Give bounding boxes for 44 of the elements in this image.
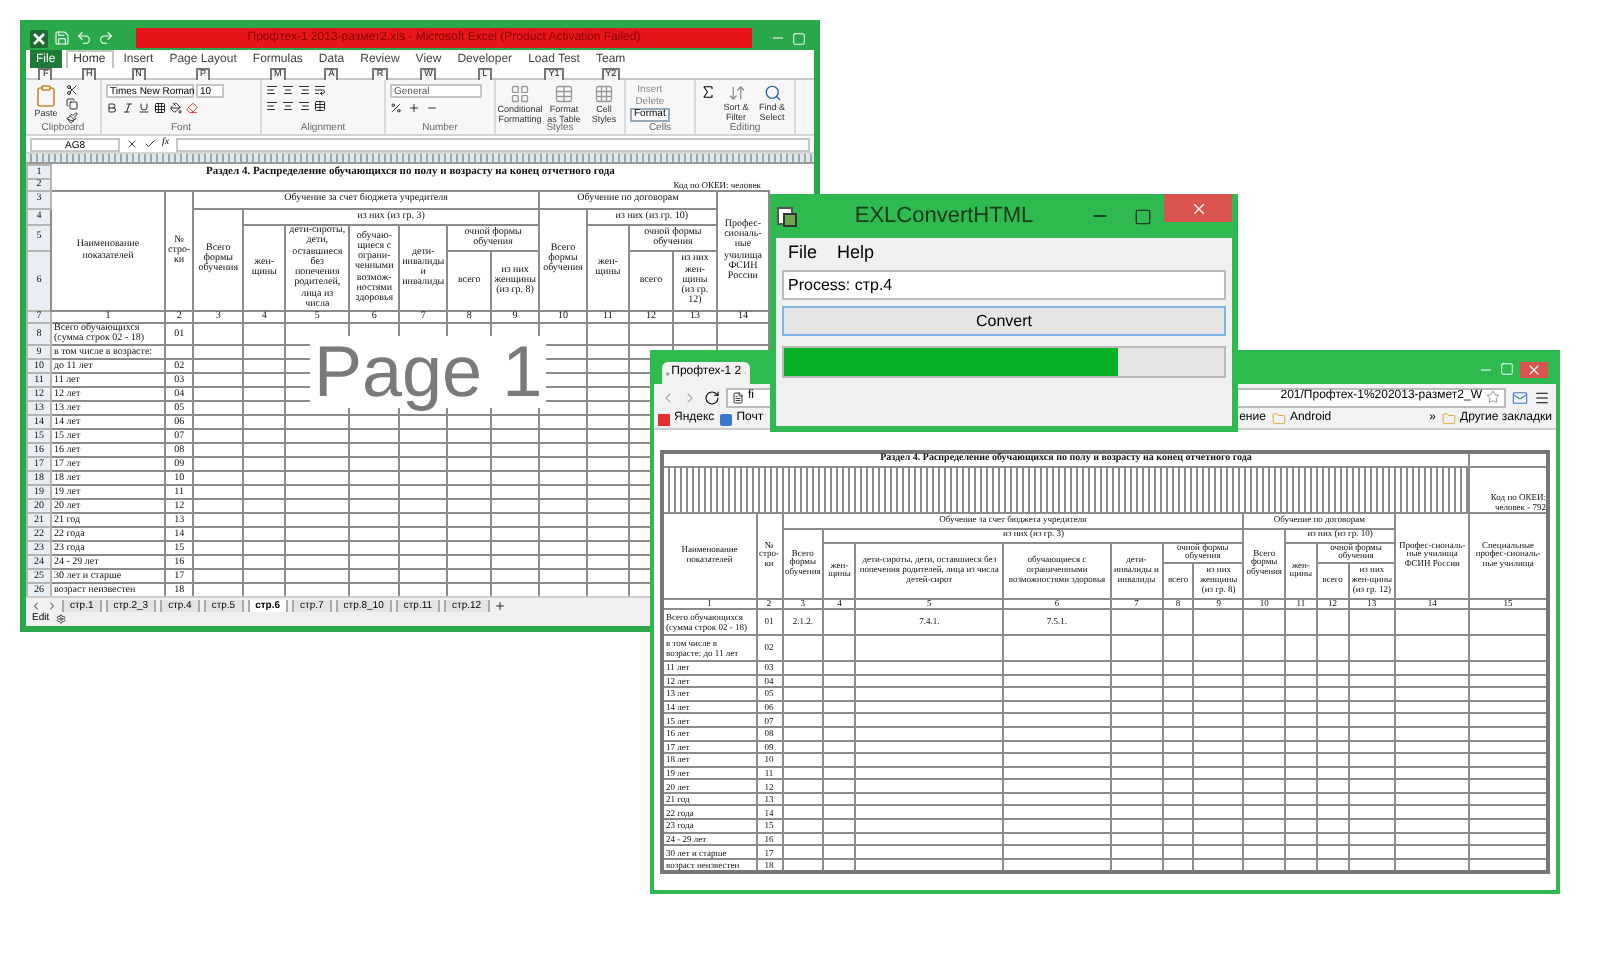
status-field: Process: стр.4 — [782, 270, 1226, 300]
scissors-icon[interactable] — [66, 84, 78, 96]
clipboard-icon[interactable] — [34, 84, 58, 108]
save-icon[interactable] — [54, 30, 70, 46]
cancel-icon[interactable] — [126, 138, 138, 150]
borders-icon[interactable] — [154, 102, 166, 114]
grid-icon[interactable] — [510, 84, 530, 104]
convert-button[interactable]: Convert — [782, 306, 1226, 336]
align-center-icon[interactable] — [282, 100, 294, 112]
align-left-icon[interactable] — [266, 100, 278, 112]
eraser-icon[interactable] — [186, 102, 198, 114]
next-sheet-icon[interactable] — [46, 599, 58, 611]
brush-icon[interactable] — [66, 112, 78, 124]
sum-icon[interactable] — [700, 84, 716, 100]
bold-icon[interactable] — [106, 102, 118, 114]
app-icon[interactable] — [776, 205, 798, 227]
menu-icon[interactable] — [1534, 389, 1550, 405]
window-title: EXLConvertHTML — [852, 201, 1036, 232]
new-sheet-icon[interactable] — [493, 599, 506, 611]
fill-color-icon[interactable] — [170, 102, 182, 114]
previous-sheet-icon[interactable] — [30, 599, 42, 611]
copy-icon[interactable] — [66, 98, 78, 110]
decrease-decimal-icon[interactable] — [426, 102, 438, 114]
grid-icon[interactable] — [594, 84, 614, 104]
spreadsheet-app-icon[interactable] — [30, 29, 48, 47]
increase-decimal-icon[interactable] — [408, 102, 420, 114]
menu-item[interactable]: File — [788, 242, 818, 264]
italic-icon[interactable] — [122, 102, 134, 114]
formula-field[interactable] — [175, 137, 810, 151]
menu-item[interactable]: Help — [837, 242, 875, 264]
page-label: Page 1 — [310, 336, 547, 408]
table-icon[interactable] — [554, 84, 574, 104]
align-right-icon[interactable] — [298, 100, 310, 112]
sort-icon[interactable] — [727, 84, 745, 102]
percent-icon[interactable] — [390, 102, 402, 114]
redo-icon[interactable] — [98, 30, 114, 46]
star-icon[interactable] — [1486, 390, 1500, 404]
macro-record-icon[interactable] — [55, 614, 66, 624]
maximize-icon[interactable] — [1134, 207, 1152, 225]
enter-icon[interactable] — [144, 138, 156, 150]
wrap-text-icon[interactable] — [314, 84, 326, 96]
reload-icon[interactable] — [704, 389, 720, 405]
underline-icon[interactable] — [138, 102, 150, 114]
undo-icon[interactable] — [76, 30, 92, 46]
